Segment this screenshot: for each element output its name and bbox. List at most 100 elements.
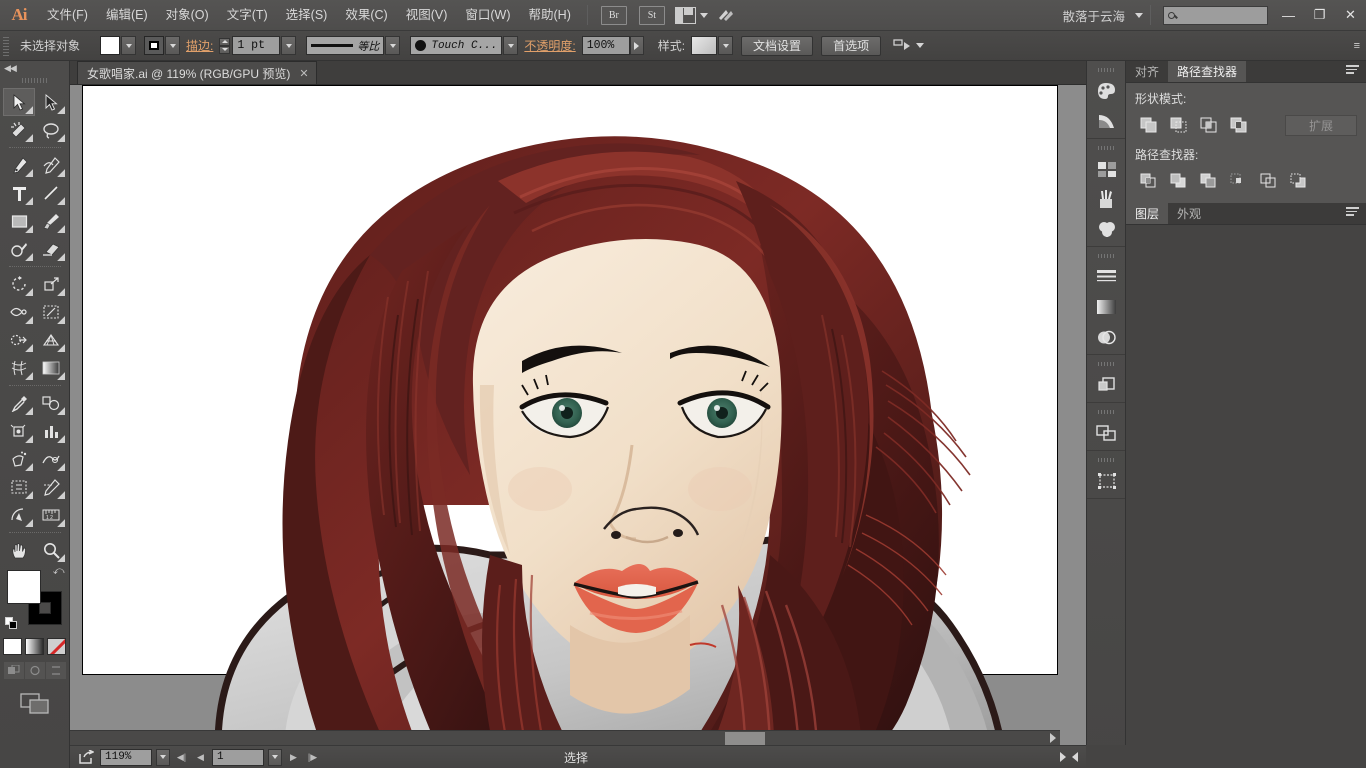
stroke-swatch[interactable] — [144, 36, 164, 55]
shaper-tool[interactable] — [3, 235, 35, 263]
swap-fill-stroke-icon[interactable]: ⤺ — [53, 565, 65, 578]
menu-file[interactable]: 文件(F) — [38, 0, 97, 31]
dock-grip[interactable] — [1098, 455, 1114, 464]
minus-front-button[interactable] — [1165, 114, 1192, 136]
zoom-level-dropdown-icon[interactable] — [156, 749, 170, 766]
screen-mode-button[interactable] — [0, 693, 69, 715]
color-panel-icon[interactable] — [1087, 76, 1126, 106]
ruler-tool[interactable] — [3, 501, 35, 529]
hand-tool[interactable] — [3, 536, 35, 564]
width-tool[interactable] — [3, 298, 35, 326]
perspective-selection-tool[interactable]: 1 2 — [35, 501, 67, 529]
divide-button[interactable] — [1135, 170, 1162, 192]
stroke-panel-icon[interactable] — [1087, 262, 1126, 292]
sync-settings-icon[interactable] — [712, 7, 742, 23]
tools-panel-grip[interactable] — [22, 75, 48, 85]
align-control[interactable] — [893, 38, 924, 53]
zoom-tool[interactable] — [35, 536, 67, 564]
last-artboard-button[interactable]: |▶ — [305, 749, 320, 766]
menu-type[interactable]: 文字(T) — [218, 0, 277, 31]
next-artboard-button[interactable]: ▶ — [286, 749, 301, 766]
eraser-tool[interactable] — [35, 235, 67, 263]
menu-window[interactable]: 窗口(W) — [456, 0, 519, 31]
fill-color-control[interactable] — [100, 36, 136, 55]
dock-grip[interactable] — [1098, 407, 1114, 416]
direct-selection-tool[interactable] — [35, 88, 67, 116]
exclude-button[interactable] — [1225, 114, 1252, 136]
default-fill-stroke-icon[interactable] — [5, 617, 18, 630]
bridge-icon[interactable]: Br — [601, 6, 627, 25]
crop-button[interactable] — [1225, 170, 1252, 192]
document-tab[interactable]: 女歌唱家.ai @ 119% (RGB/GPU 预览) ✕ — [77, 61, 317, 84]
stroke-weight-label[interactable]: 描边: — [180, 37, 219, 54]
style-control[interactable] — [691, 36, 733, 55]
tools-panel-collapse[interactable]: ◀◀ — [0, 61, 69, 75]
fill-dropdown-icon[interactable] — [121, 36, 136, 55]
paintbrush-tool[interactable] — [35, 207, 67, 235]
opacity-value[interactable]: 100% — [582, 36, 630, 55]
style-swatch[interactable] — [691, 36, 717, 55]
swatches-panel-icon[interactable] — [1087, 154, 1126, 184]
stroke-profile-control[interactable]: 等比 — [306, 36, 400, 55]
gradient-tool[interactable] — [35, 354, 67, 382]
tab-appearance[interactable]: 外观 — [1168, 203, 1210, 224]
artwork-vector-portrait[interactable] — [70, 85, 1060, 745]
scale-tool[interactable] — [35, 270, 67, 298]
brush-definition-preview[interactable]: Touch C... — [410, 36, 502, 55]
free-transform-tool[interactable] — [35, 298, 67, 326]
brushes-panel-icon[interactable] — [1087, 184, 1126, 214]
symbols-panel-icon[interactable] — [1087, 214, 1126, 244]
fill-swatch[interactable] — [100, 36, 120, 55]
color-mode-button[interactable] — [3, 638, 22, 655]
eyedropper-tool[interactable] — [3, 389, 35, 417]
live-paint-bucket-tool[interactable] — [3, 417, 35, 445]
status-prev-icon[interactable] — [1072, 752, 1078, 762]
gradient-mode-button[interactable] — [25, 638, 44, 655]
pen-tool[interactable] — [3, 151, 35, 179]
line-segment-tool[interactable] — [35, 179, 67, 207]
gradient-panel-icon[interactable] — [1087, 292, 1126, 322]
control-bar-overflow-icon[interactable]: ≡ — [1354, 40, 1366, 52]
lasso-tool[interactable] — [35, 116, 67, 144]
tab-align[interactable]: 对齐 — [1126, 61, 1168, 82]
stroke-weight-stepper[interactable] — [219, 38, 230, 54]
share-icon[interactable] — [76, 750, 96, 764]
artboard-number-value[interactable]: 1 — [212, 749, 264, 766]
expand-button[interactable]: 扩展 — [1285, 115, 1357, 136]
zoom-level-value[interactable]: 119% — [100, 749, 152, 766]
mesh-tool[interactable] — [3, 354, 35, 382]
search-input[interactable] — [1163, 6, 1268, 25]
merge-button[interactable] — [1195, 170, 1222, 192]
control-bar-grip[interactable] — [2, 35, 10, 57]
opacity-control[interactable]: 100% — [582, 36, 644, 55]
stroke-dropdown-icon[interactable] — [165, 36, 180, 55]
slice-tool[interactable] — [35, 473, 67, 501]
horizontal-scrollbar[interactable] — [70, 730, 1060, 745]
align-panel-icon[interactable] — [1087, 418, 1126, 448]
minus-back-button[interactable] — [1285, 170, 1312, 192]
preferences-button[interactable]: 首选项 — [821, 36, 881, 56]
minimize-button[interactable]: — — [1273, 3, 1304, 27]
layers-panel-body[interactable] — [1126, 225, 1366, 745]
scroll-right-button[interactable] — [1046, 731, 1060, 745]
workspace-chevron-icon[interactable] — [1135, 13, 1143, 18]
draw-normal-button[interactable] — [4, 662, 24, 679]
panel-menu-icon[interactable] — [1346, 65, 1361, 78]
arrange-documents-button[interactable] — [675, 7, 708, 24]
dock-grip[interactable] — [1098, 143, 1114, 152]
rotate-tool[interactable] — [3, 270, 35, 298]
stroke-weight-control[interactable]: 1 pt — [219, 36, 296, 55]
menu-object[interactable]: 对象(O) — [157, 0, 218, 31]
draw-behind-button[interactable] — [25, 662, 45, 679]
column-graph-tool[interactable] — [35, 417, 67, 445]
menu-view[interactable]: 视图(V) — [397, 0, 457, 31]
style-dropdown-icon[interactable] — [718, 36, 733, 55]
intersect-button[interactable] — [1195, 114, 1222, 136]
document-viewport[interactable] — [70, 85, 1060, 745]
opacity-label[interactable]: 不透明度: — [518, 37, 581, 54]
panel-menu-icon[interactable] — [1346, 207, 1361, 220]
stroke-profile-preview[interactable]: 等比 — [306, 36, 384, 55]
transform-panel-icon[interactable] — [1087, 466, 1126, 496]
fill-color-box[interactable] — [7, 570, 41, 604]
stroke-weight-value[interactable]: 1 pt — [232, 36, 280, 55]
